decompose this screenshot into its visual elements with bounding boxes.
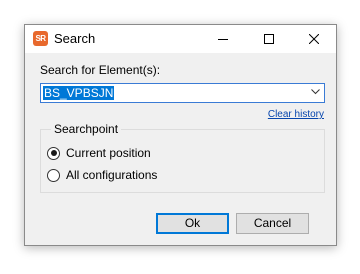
search-label: Search for Element(s): <box>40 63 161 77</box>
close-icon <box>308 34 319 44</box>
radio-unchecked-icon[interactable] <box>47 168 60 182</box>
window-title: Search <box>54 31 96 46</box>
radio-label: All configurations <box>66 168 158 182</box>
radio-label: Current position <box>66 146 151 160</box>
chevron-down-icon[interactable] <box>311 89 320 95</box>
ok-button[interactable]: Ok <box>156 213 229 234</box>
clear-history-link[interactable]: Clear history <box>268 109 324 120</box>
cancel-button[interactable]: Cancel <box>236 213 309 234</box>
minimize-button[interactable] <box>200 25 245 53</box>
radio-all-configurations[interactable]: All configurations <box>47 168 157 182</box>
radio-current-position[interactable]: Current position <box>47 146 151 160</box>
search-dialog: SR Search Search for Element(s): BS_VPBS… <box>24 24 337 246</box>
searchpoint-group: Searchpoint Current position All configu… <box>40 122 325 193</box>
searchpoint-group-title: Searchpoint <box>51 122 122 136</box>
search-combobox[interactable]: BS_VPBSJN <box>40 83 325 103</box>
title-bar[interactable]: SR Search <box>25 25 336 53</box>
minimize-icon <box>217 39 228 40</box>
radio-checked-icon[interactable] <box>47 146 60 160</box>
close-button[interactable] <box>291 25 336 53</box>
maximize-icon <box>263 34 274 44</box>
search-input[interactable]: BS_VPBSJN <box>43 86 115 100</box>
app-icon: SR <box>33 31 48 46</box>
maximize-button[interactable] <box>246 25 291 53</box>
